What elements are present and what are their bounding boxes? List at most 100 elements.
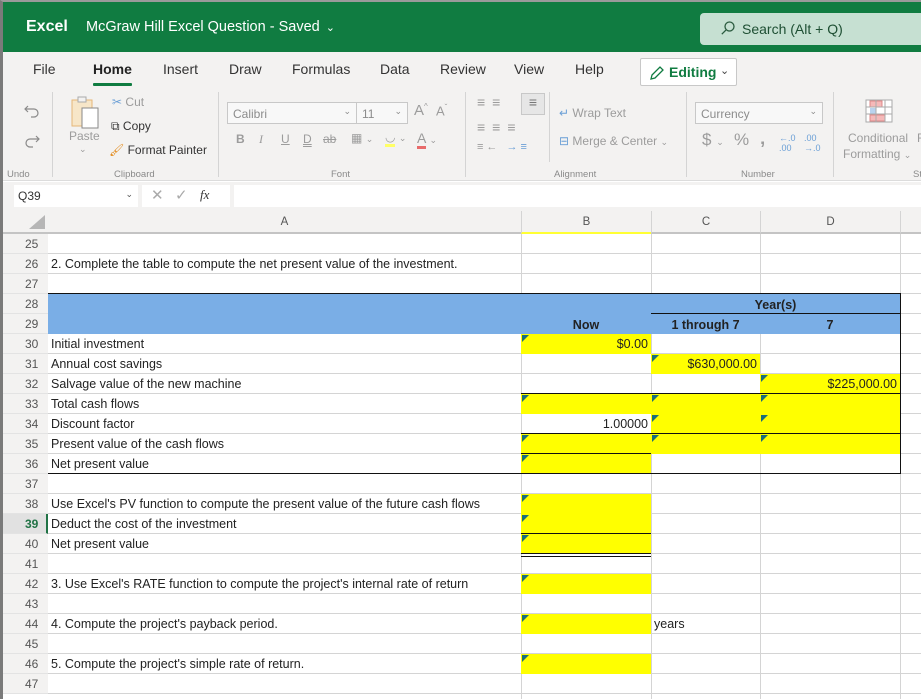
redo-icon[interactable] [23, 132, 41, 150]
align-bottom-button[interactable]: ≡ [521, 93, 545, 115]
tab-review[interactable]: Review [440, 61, 486, 77]
cell-d32[interactable]: $225,000.00 [760, 374, 900, 394]
row-header-46[interactable]: 46 [3, 654, 48, 674]
column-header-b[interactable]: B [521, 211, 651, 234]
input-cell-b36[interactable] [521, 454, 651, 474]
tab-formulas[interactable]: Formulas [292, 61, 350, 77]
row-header-47[interactable]: 47 [3, 674, 48, 694]
formula-input[interactable] [234, 185, 921, 207]
input-cells-b38-b40[interactable] [521, 494, 651, 554]
percent-style-button[interactable]: % [734, 130, 749, 150]
row-header-37[interactable]: 37 [3, 474, 48, 494]
cell-c31[interactable]: $630,000.00 [651, 354, 760, 374]
input-cells-row35[interactable] [521, 434, 900, 454]
row-header-32[interactable]: 32 [3, 374, 48, 394]
row-header-41[interactable]: 41 [3, 554, 48, 574]
paste-dropdown-icon[interactable]: ⌄ [79, 144, 87, 155]
underline-button[interactable]: U [281, 132, 290, 146]
input-cells-row34[interactable] [651, 414, 900, 434]
tab-data[interactable]: Data [380, 61, 410, 77]
accounting-format-button[interactable]: $ ⌄ [702, 130, 724, 150]
row-header-38[interactable]: 38 [3, 494, 48, 514]
cell-a36[interactable]: Net present value [48, 454, 152, 474]
paste-button[interactable]: Paste [69, 129, 100, 143]
cell-a26[interactable]: 2. Complete the table to compute the net… [48, 254, 461, 274]
tab-help[interactable]: Help [575, 61, 604, 77]
row-header-40[interactable]: 40 [3, 534, 48, 554]
copy-button[interactable]: ⧉ Copy [111, 119, 151, 134]
decrease-font-size-button[interactable]: Aˇ [436, 103, 447, 118]
input-cell-b46[interactable] [521, 654, 651, 674]
column-header-e[interactable] [900, 211, 921, 234]
row-header-25[interactable]: 25 [3, 234, 48, 254]
decrease-decimal-button[interactable]: .00 →.0 [804, 133, 821, 153]
cell-b34[interactable]: 1.00000 [521, 414, 651, 434]
fill-color-button[interactable]: ◡ ⌄ [385, 130, 406, 147]
input-cell-b44[interactable] [521, 614, 651, 634]
double-underline-button[interactable]: D [303, 132, 312, 146]
vertical-align-buttons[interactable]: ≡≡ [477, 94, 507, 110]
increase-decimal-button[interactable]: ←.0.00 [779, 133, 796, 153]
cell-a31[interactable]: Annual cost savings [48, 354, 165, 374]
editing-mode-button[interactable]: Editing ⌄ [640, 58, 737, 86]
cell-a46[interactable]: 5. Compute the project's simple rate of … [48, 654, 307, 674]
insert-function-icon[interactable]: fx [200, 187, 209, 203]
increase-font-size-button[interactable]: A^ [414, 102, 428, 119]
cell-a34[interactable]: Discount factor [48, 414, 137, 434]
row-header-30[interactable]: 30 [3, 334, 48, 354]
horizontal-align-buttons[interactable]: ≡≡≡ [477, 119, 523, 135]
cell-a35[interactable]: Present value of the cash flows [48, 434, 227, 454]
row-header-28[interactable]: 28 [3, 294, 48, 314]
undo-icon[interactable] [23, 102, 41, 120]
cut-button[interactable]: ✂ Cut [112, 95, 144, 109]
cell-a32[interactable]: Salvage value of the new machine [48, 374, 244, 394]
document-title[interactable]: McGraw Hill Excel Question - Saved ⌄ [86, 19, 335, 35]
merge-center-button[interactable]: ⊟ Merge & Center ⌄ [559, 134, 668, 148]
conditional-formatting-button[interactable]: Conditional [848, 131, 908, 145]
row-header-44[interactable]: 44 [3, 614, 48, 634]
tab-insert[interactable]: Insert [163, 61, 198, 77]
wrap-text-button[interactable]: ↵ Wrap Text [559, 106, 626, 120]
column-header-c[interactable]: C [651, 211, 760, 234]
conditional-formatting-dropdown[interactable]: Formatting ⌄ [843, 147, 911, 161]
cell-a30[interactable]: Initial investment [48, 334, 147, 354]
row-header-34[interactable]: 34 [3, 414, 48, 434]
indent-buttons[interactable]: ≡← →≡ [477, 141, 530, 153]
conditional-formatting-icon[interactable] [865, 99, 893, 123]
cell-a44[interactable]: 4. Compute the project's payback period. [48, 614, 281, 634]
borders-button[interactable]: ▦ ⌄ [351, 131, 373, 145]
search-box[interactable]: Search (Alt + Q) [700, 13, 921, 45]
row-header-39[interactable]: 39 [3, 514, 48, 534]
name-box[interactable]: Q39 ⌄ [14, 185, 138, 207]
cell-a33[interactable]: Total cash flows [48, 394, 142, 414]
row-header-43[interactable]: 43 [3, 594, 48, 614]
font-color-button[interactable]: A ⌄ [417, 130, 437, 149]
tab-file[interactable]: File [33, 61, 56, 77]
font-name-dropdown[interactable]: Calibri ⌄ [227, 102, 357, 124]
strikethrough-button[interactable]: ab [323, 132, 336, 146]
input-cells-row33[interactable] [521, 394, 900, 414]
row-header-36[interactable]: 36 [3, 454, 48, 474]
column-header-a[interactable]: A [48, 211, 521, 234]
font-size-dropdown[interactable]: 11 ⌄ [356, 102, 408, 124]
row-header-31[interactable]: 31 [3, 354, 48, 374]
format-as-table-button[interactable]: F [917, 131, 921, 145]
row-header-33[interactable]: 33 [3, 394, 48, 414]
app-name[interactable]: Excel [26, 18, 68, 36]
row-header-27[interactable]: 27 [3, 274, 48, 294]
row-header-42[interactable]: 42 [3, 574, 48, 594]
confirm-icon[interactable]: ✓ [175, 186, 188, 204]
select-all-corner[interactable] [3, 211, 48, 234]
tab-home[interactable]: Home [93, 61, 132, 86]
comma-style-button[interactable]: ‚ [760, 128, 765, 150]
input-cell-b42[interactable] [521, 574, 651, 594]
format-painter-button[interactable]: 🖌 Format Painter [109, 143, 207, 157]
row-header-26[interactable]: 26 [3, 254, 48, 274]
cancel-icon[interactable]: ✕ [151, 186, 164, 204]
cell-a38[interactable]: Use Excel's PV function to compute the p… [48, 494, 483, 514]
cell-a42[interactable]: 3. Use Excel's RATE function to compute … [48, 574, 471, 594]
cell-a39[interactable]: Deduct the cost of the investment [48, 514, 240, 534]
italic-button[interactable]: I [259, 132, 263, 147]
tab-draw[interactable]: Draw [229, 61, 262, 77]
bold-button[interactable]: B [236, 132, 245, 146]
